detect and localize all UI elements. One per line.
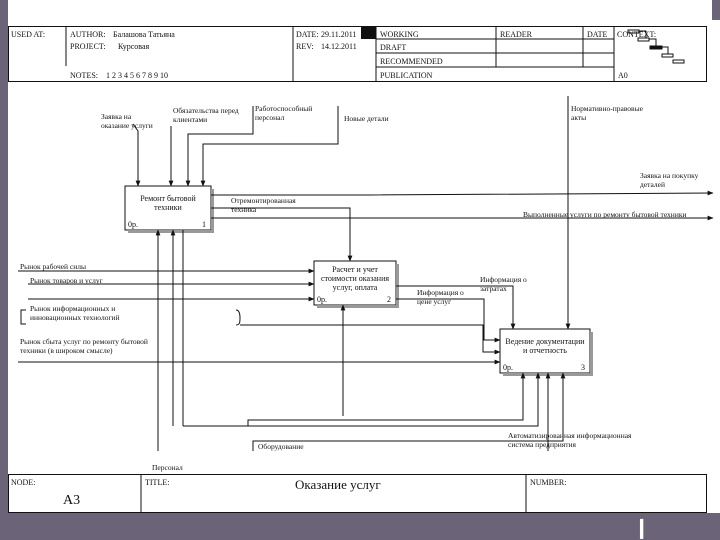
label-goods-market: Рынок товаров и услуг <box>30 276 103 285</box>
label-price-info: Информация о цене услуг <box>417 288 464 306</box>
activity-box-3-number: 3 <box>581 363 585 372</box>
rev-value: 14.12.2011 <box>321 42 357 51</box>
number-label: NUMBER: <box>530 478 567 487</box>
context-label: CONTEXT: <box>617 30 657 39</box>
reader-label: READER <box>500 30 532 39</box>
slide-bracket-icon: ❙ <box>633 515 650 539</box>
label-order-service: Заявка на оказание услуги <box>101 112 153 130</box>
label-equipment: Оборудование <box>258 442 304 451</box>
node-label: NODE: <box>11 478 36 487</box>
project-value: Курсовая <box>118 42 150 51</box>
status-publication: PUBLICATION <box>380 71 433 80</box>
label-info-market: Рынок информационных и инновационных тех… <box>30 304 120 322</box>
slide-side-bar <box>0 0 8 540</box>
activity-box-2-cost: 0р. <box>317 295 327 304</box>
label-repaired-tech: Отремонтированная техника <box>231 196 296 214</box>
author-label: AUTHOR: <box>70 30 106 39</box>
label-working-staff: Работоспособный персонал <box>255 104 313 122</box>
status-draft: DRAFT <box>380 43 407 52</box>
notes-value: 1 2 3 4 5 6 7 8 9 10 <box>106 71 168 80</box>
label-new-parts: Новые детали <box>344 114 389 123</box>
label-obligations: Обязательства перед клиентами <box>173 106 239 124</box>
rev-label: REV: <box>296 42 314 51</box>
title-label: TITLE: <box>145 478 170 487</box>
label-regulations: Нормативно-правовые акты <box>571 104 643 122</box>
label-order-parts: Заявка на покупку деталей <box>640 171 699 189</box>
diagram-title: Оказание услуг <box>295 477 381 492</box>
label-labor-market: Рынок рабочей силы <box>20 262 87 271</box>
label-services-done: Выполненные услуги по ремонту бытовой те… <box>523 210 687 219</box>
context-node: A0 <box>618 71 628 80</box>
slide-footer-bar: ❙ <box>0 513 720 540</box>
idef0-sheet: USED AT: AUTHOR: Балашова Татьяна PROJEC… <box>8 26 714 513</box>
date-label: DATE: <box>296 30 319 39</box>
label-sales-market: Рынок сбыта услуг по ремонту бытовой тех… <box>20 337 148 355</box>
node-value: A3 <box>63 493 81 508</box>
date-value: 29.11.2011 <box>321 30 357 39</box>
activity-box-1-cost: 0р. <box>128 220 138 229</box>
label-cost-info: Информация о затратах <box>480 275 527 293</box>
notes-label: NOTES: <box>70 71 98 80</box>
activity-box-2-title: Расчет и учет стоимости оказания услуг, … <box>320 265 390 292</box>
status-working: WORKING <box>380 30 419 39</box>
working-status-marker <box>361 26 376 39</box>
activity-box-1-title: Ремонт бытовой техники <box>140 194 196 212</box>
activity-box-3-title: Ведение документации и отчетность <box>505 337 585 355</box>
project-label: PROJECT: <box>70 42 106 51</box>
author-value: Балашова Татьяна <box>113 30 175 39</box>
activity-box-2-number: 2 <box>387 295 391 304</box>
status-recommended: RECOMMENDED <box>380 57 443 66</box>
label-personnel: Персонал <box>152 463 183 472</box>
activity-box-3-cost: 0р. <box>503 363 513 372</box>
used-at-label: USED AT: <box>11 30 46 39</box>
date2-label: DATE <box>587 30 608 39</box>
label-auto-system: Автоматизированная информационная систем… <box>508 431 632 449</box>
slide-corner-mark <box>712 0 720 20</box>
activity-box-1-number: 1 <box>202 220 206 229</box>
